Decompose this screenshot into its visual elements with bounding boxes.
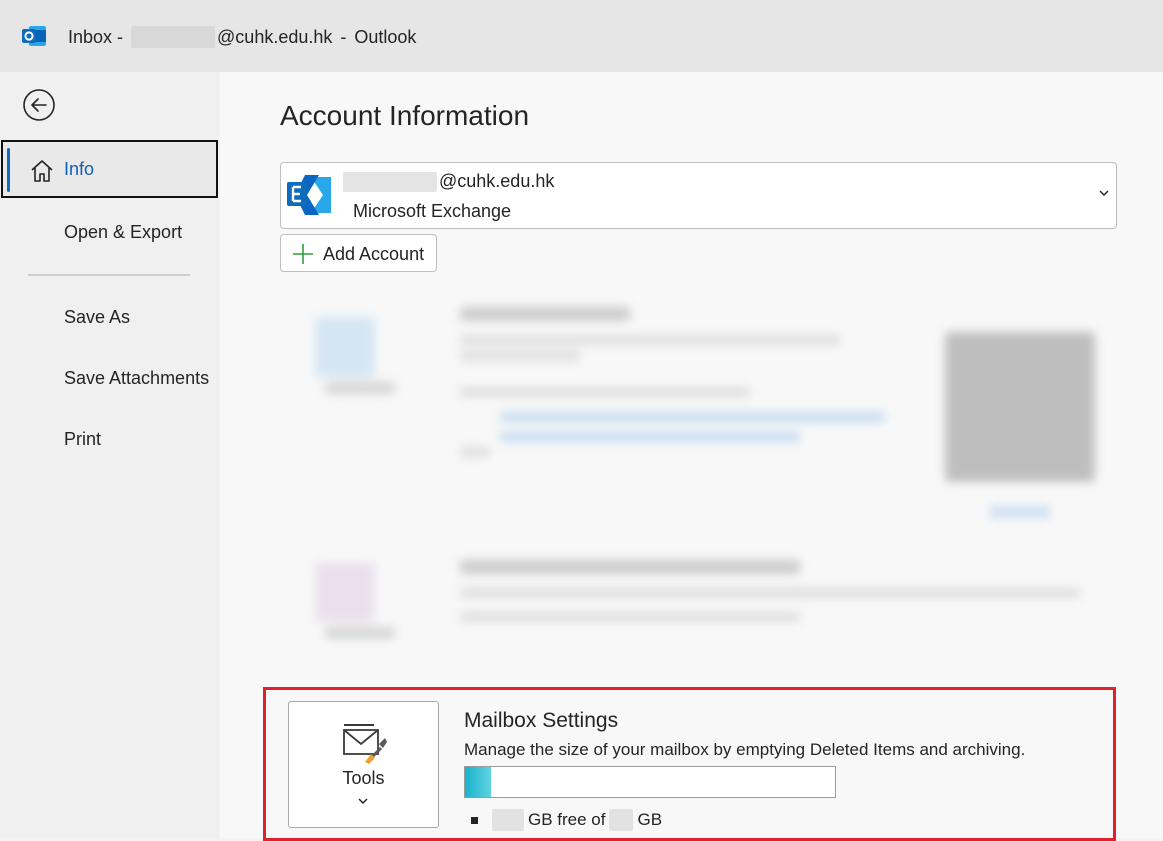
window-title-domain: @cuhk.edu.hk	[217, 26, 333, 47]
window-title-separator: -	[340, 26, 347, 47]
sidebar-divider	[28, 274, 190, 276]
sidebar-item-save-as[interactable]: Save As	[0, 288, 219, 346]
blurred-account-settings	[280, 287, 1120, 527]
chevron-down-icon	[1099, 190, 1109, 197]
mailbox-settings-description: Manage the size of your mailbox by empty…	[464, 740, 1026, 759]
backstage-sidebar: Info Open & Export Save As Save Attachme…	[0, 72, 219, 838]
quota-text: GB free of	[528, 810, 606, 829]
mailbox-settings-title: Mailbox Settings	[464, 709, 619, 732]
sidebar-item-open-export[interactable]: Open & Export	[0, 203, 219, 261]
redacted-total-amount	[609, 809, 634, 831]
window-title-prefix: Inbox -	[68, 26, 124, 47]
plus-icon	[293, 244, 313, 264]
account-type: Microsoft Exchange	[353, 201, 512, 221]
window-title-app: Outlook	[354, 26, 417, 47]
sidebar-item-print[interactable]: Print	[0, 410, 219, 468]
sidebar-item-label: Save As	[64, 306, 131, 327]
sidebar-item-label: Print	[64, 428, 102, 449]
redacted-username	[343, 171, 437, 192]
mailbox-tools-icon	[343, 724, 387, 764]
account-selector[interactable]: @cuhk.edu.hk Microsoft Exchange	[280, 162, 1117, 229]
sidebar-item-label: Open & Export	[64, 221, 183, 242]
mailbox-settings-section: Tools Mailbox Settings Manage the size o…	[263, 687, 1116, 841]
mailbox-usage-bar	[464, 766, 836, 798]
home-icon	[31, 160, 53, 182]
sidebar-item-label: Save Attachments	[64, 367, 210, 388]
redacted-username	[131, 26, 216, 48]
blurred-automatic-replies	[280, 532, 1120, 672]
back-arrow-icon[interactable]	[22, 88, 56, 122]
tools-label: Tools	[342, 768, 385, 788]
window-title: Inbox - @cuhk.edu.hk - Outlook	[68, 26, 416, 48]
account-info-panel: Account Information @cuhk.edu.hk Microso…	[220, 72, 1163, 841]
account-email-domain: @cuhk.edu.hk	[439, 171, 555, 191]
quota-unit: GB	[637, 810, 663, 829]
bullet-icon	[471, 816, 478, 824]
redacted-free-amount	[492, 809, 524, 831]
mailbox-quota: GB free of GB	[471, 809, 662, 831]
sidebar-item-info[interactable]: Info	[1, 140, 218, 198]
add-account-label: Add Account	[323, 244, 425, 264]
page-title: Account Information	[280, 100, 530, 131]
account-email: @cuhk.edu.hk	[343, 171, 554, 192]
tools-button[interactable]: Tools	[288, 701, 439, 828]
mailbox-usage-fill	[465, 767, 491, 797]
outlook-logo-icon	[22, 26, 46, 46]
title-bar: Inbox - @cuhk.edu.hk - Outlook	[0, 0, 1163, 72]
sidebar-item-save-attachments[interactable]: Save Attachments	[0, 349, 219, 407]
add-account-button[interactable]: Add Account	[280, 234, 437, 272]
exchange-icon	[287, 175, 331, 215]
sidebar-item-label: Info	[64, 158, 95, 179]
chevron-down-icon	[358, 798, 368, 805]
